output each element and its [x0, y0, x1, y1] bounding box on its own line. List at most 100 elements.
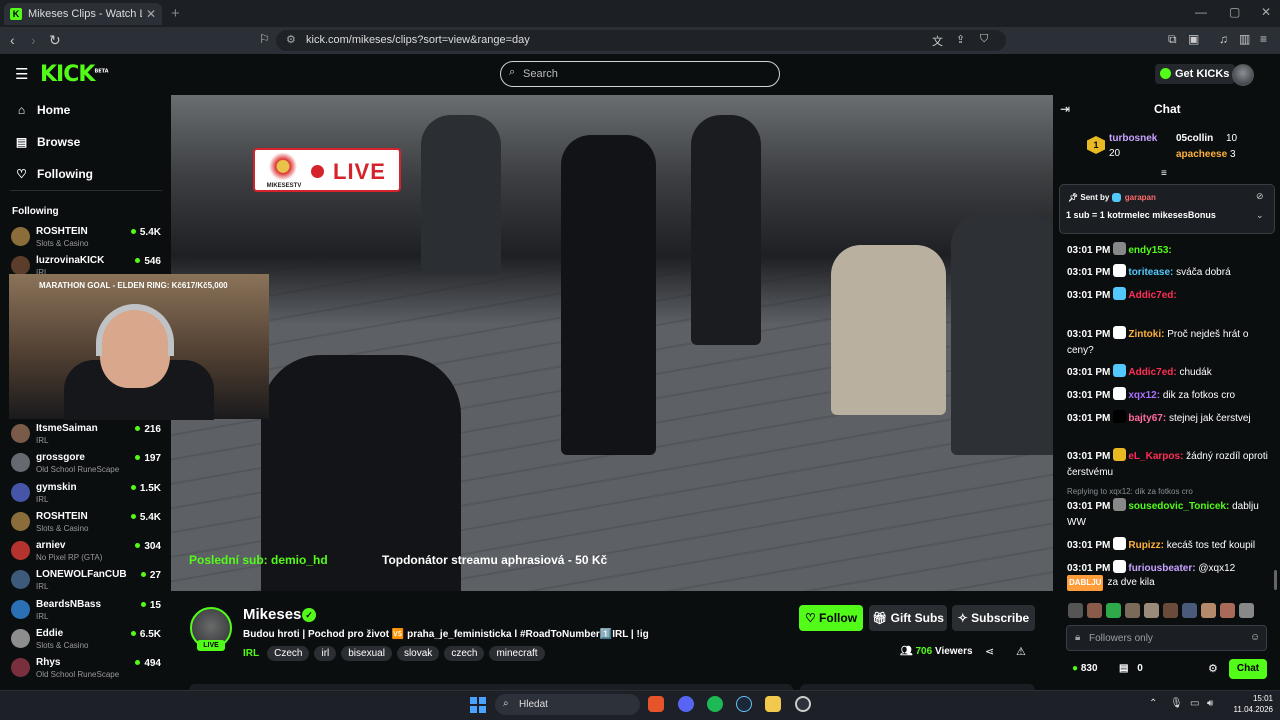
message-username[interactable]: bajty67: [1128, 413, 1166, 424]
chat-input[interactable]: 🔒︎ Followers only ☺ [1066, 625, 1267, 651]
leaderboard-user[interactable]: apacheese [1176, 149, 1227, 160]
send-chat-button[interactable]: Chat [1229, 659, 1267, 679]
emote-icon[interactable] [1201, 603, 1216, 618]
menu-icon[interactable]: ≡ [1260, 32, 1267, 46]
sidebar-channel[interactable]: Eddie Slots & Casino 6.5K [11, 627, 161, 655]
wallet-icon[interactable]: ▣ [1188, 32, 1199, 46]
emote-icon[interactable] [1106, 603, 1121, 618]
taskbar-search[interactable]: ⌕ Hledat [495, 694, 640, 715]
tag-pill[interactable]: bisexual [341, 646, 392, 661]
emote-icon[interactable] [1087, 603, 1102, 618]
message-username[interactable]: Addic7ed: [1128, 290, 1176, 301]
sidebar-channel[interactable]: LONEWOLFanCUB IRL 27 [11, 568, 161, 596]
stream-category[interactable]: IRL [243, 648, 259, 659]
close-tab-icon[interactable]: ✕ [146, 7, 156, 21]
pinned-message[interactable]: 📌︎ Sent by garapan 1 sub = 1 kotrmelec m… [1059, 184, 1275, 234]
address-bar[interactable]: ⚙ kick.com/mikeses/clips?sort=view&range… [276, 30, 1006, 51]
sidebar-nav-home[interactable]: ⌂ Home [15, 103, 70, 117]
gift-counter[interactable]: ▤ 0 [1119, 663, 1143, 674]
chat-settings-icon[interactable]: ⚙ [1208, 662, 1218, 675]
sidebar-channel[interactable]: ItsmeSaiman IRL 216 [11, 422, 161, 450]
sidebar-channel[interactable]: ROSHTEIN Slots & Casino 5.4K [11, 510, 161, 538]
sidebar-channel[interactable]: ROSHTEIN Slots & Casino 5.4K [11, 225, 161, 253]
shield-icon[interactable]: ⛉ [980, 33, 988, 46]
sidebar-toggle-icon[interactable]: ▥ [1239, 32, 1250, 46]
expand-leaderboard-icon[interactable]: ≡ [1161, 168, 1167, 179]
streamer-name[interactable]: Mikeses [243, 606, 301, 623]
emote-icon[interactable] [1125, 603, 1140, 618]
microphone-icon[interactable]: 🎙︎ [1170, 698, 1183, 709]
spotify-icon[interactable] [707, 696, 723, 712]
hamburger-menu-icon[interactable]: ☰ [15, 65, 28, 83]
collapse-chat-icon[interactable]: ⇥ [1060, 102, 1070, 116]
back-icon[interactable]: ‹ [10, 32, 15, 48]
tag-pill[interactable]: slovak [396, 646, 440, 661]
message-username[interactable]: Addic7ed: [1128, 367, 1176, 378]
subscribe-button[interactable]: ✧ Subscribe [952, 605, 1035, 631]
tray-chevron-icon[interactable]: ⌃ [1149, 698, 1157, 709]
site-info-icon[interactable]: ⚙ [286, 33, 296, 46]
emote-icon[interactable] [1239, 603, 1254, 618]
file-explorer-icon[interactable] [765, 696, 781, 712]
new-tab-icon[interactable]: + [171, 5, 180, 22]
sidebar-channel[interactable]: gymskin IRL 1.5K [11, 481, 161, 509]
browser-tab[interactable]: K Mikeses Clips - Watch Live on ✕ [4, 3, 162, 25]
reload-icon[interactable]: ↻ [49, 32, 61, 49]
close-window-icon[interactable]: ✕ [1261, 5, 1271, 19]
tag-pill[interactable]: minecraft [489, 646, 545, 661]
emote-icon[interactable] [1182, 603, 1197, 618]
emote-picker-icon[interactable]: ☺ [1250, 632, 1260, 643]
sidebar-channel[interactable]: Rhys Old School RuneScape 494 [11, 656, 161, 684]
channel-points[interactable]: ● 830 [1072, 663, 1098, 674]
tag-pill[interactable]: irl [314, 646, 337, 661]
tag-pill[interactable]: Czech [267, 646, 310, 661]
volume-icon[interactable]: 🔊︎ [1207, 698, 1213, 709]
discord-icon[interactable] [678, 696, 694, 712]
tag-pill[interactable]: czech [444, 646, 485, 661]
sidebar-nav-browse[interactable]: ▤ Browse [15, 135, 81, 149]
translate-icon[interactable]: 文 [932, 33, 943, 49]
message-username[interactable]: Rupizz: [1128, 540, 1164, 551]
bookmark-icon[interactable]: ⚐ [259, 32, 270, 46]
message-username[interactable]: Zintoki: [1128, 329, 1164, 340]
kick-logo[interactable]: KICKBETA [40, 62, 109, 87]
share-page-icon[interactable]: ⇪ [956, 33, 965, 46]
message-username[interactable]: sousedovic_Tonicek: [1128, 501, 1229, 512]
share-icon[interactable]: ⋖ [985, 645, 994, 658]
message-username[interactable]: furiousbeater: [1128, 563, 1195, 574]
search-input[interactable]: ⌕ Search [500, 61, 780, 87]
chat-scrollbar[interactable] [1274, 570, 1277, 590]
maximize-icon[interactable]: ▢ [1229, 5, 1240, 19]
taskbar-clock[interactable]: 15:01 11.04.2026 [1229, 693, 1273, 715]
chevron-down-icon[interactable]: ⌄ [1256, 210, 1264, 221]
sidebar-channel[interactable]: BeardsNBass IRL 15 [11, 598, 161, 626]
get-kicks-button[interactable]: Get KICKs [1155, 64, 1236, 84]
emote-icon[interactable] [1144, 603, 1159, 618]
unpin-icon[interactable]: ⊘ [1256, 191, 1264, 202]
message-username[interactable]: eL_Karpos: [1128, 451, 1183, 462]
forward-icon[interactable]: › [31, 32, 36, 48]
user-avatar[interactable] [1232, 64, 1254, 86]
video-player[interactable]: MIKESESTV LIVE [171, 95, 1053, 591]
obs-icon[interactable] [795, 696, 811, 712]
steam-icon[interactable] [736, 696, 752, 712]
sidebar-channel[interactable]: grossgore Old School RuneScape 197 [11, 451, 161, 479]
emote-icon[interactable] [1220, 603, 1235, 618]
leaderboard-user[interactable]: turbosnek [1109, 133, 1157, 144]
emote-icon[interactable] [1163, 603, 1178, 618]
media-icon[interactable]: ♫ [1219, 32, 1228, 46]
brave-browser-icon[interactable] [648, 696, 664, 712]
sidebar-channel[interactable]: arniev No Pixel RP (GTA) 304 [11, 539, 161, 567]
emote-icon[interactable] [1068, 603, 1083, 618]
sidebar-nav-following[interactable]: ♡ Following [15, 167, 93, 181]
leaderboard-user[interactable]: 05collin [1176, 133, 1213, 144]
report-icon[interactable]: ⚠ [1016, 645, 1026, 658]
gift-subs-button[interactable]: 🎁︎ Gift Subs [869, 605, 947, 631]
follow-button[interactable]: ♡ Follow [799, 605, 863, 631]
message-username[interactable]: endy153: [1128, 245, 1171, 256]
minimize-icon[interactable]: — [1195, 5, 1207, 19]
extensions-icon[interactable]: ⧉ [1168, 32, 1177, 47]
network-icon[interactable]: ▭ [1190, 698, 1199, 709]
message-username[interactable]: toritease: [1128, 267, 1173, 278]
message-username[interactable]: xqx12: [1128, 390, 1160, 401]
